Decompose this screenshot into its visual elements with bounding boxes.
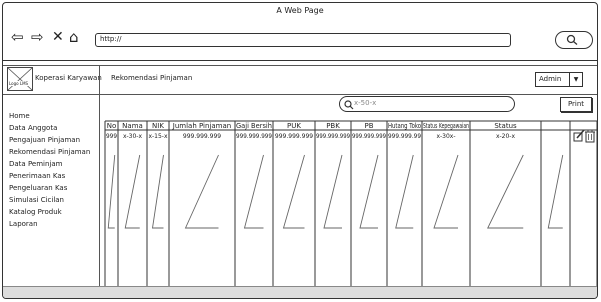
cell-placeholder-scribble <box>433 154 459 229</box>
search-icon <box>566 34 578 45</box>
table-header-cell: NIK <box>152 122 164 130</box>
table-cell: x-30-x <box>123 133 143 140</box>
home-icon[interactable]: ⌂ <box>69 29 79 45</box>
sidebar-item-simulasi-cicilan[interactable]: Simulasi Cicilan <box>9 196 64 205</box>
cell-placeholder-scribble <box>282 154 305 229</box>
sidebar-item-pengajuan-pinjaman[interactable]: Pengajuan Pinjaman <box>9 136 80 145</box>
table-header-cell: Nama <box>122 122 143 130</box>
table-cell: x-15-x <box>148 133 168 140</box>
cell-placeholder-scribble <box>547 154 564 229</box>
search-icon <box>344 100 354 110</box>
sidebar-item-katalog-produk[interactable]: Katalog Produk <box>9 208 62 217</box>
table-header-cell: PBK <box>326 122 340 130</box>
table-header-cell: Status <box>494 122 517 130</box>
cell-placeholder-scribble <box>487 154 524 229</box>
table-header-cell: PUK <box>287 122 301 130</box>
table-header-cell: Jumlah Pinjaman <box>172 122 231 130</box>
app-header: Logo LMS Koperasi Karyawan Rekomendasi P… <box>3 65 597 95</box>
url-input[interactable]: http:// <box>95 33 511 47</box>
cell-placeholder-scribble <box>107 154 116 229</box>
cell-placeholder-scribble <box>243 154 264 229</box>
sidebar-item-data-peminjam[interactable]: Data Peminjam <box>9 160 62 169</box>
logo-placeholder-icon <box>8 68 32 90</box>
user-role-value: Admin <box>539 75 562 83</box>
cell-placeholder-scribble <box>323 154 343 229</box>
table-cell: 999.999.999 <box>275 133 313 140</box>
page-title: Rekomendasi Pinjaman <box>111 74 193 82</box>
table-cell: 999 <box>106 133 117 140</box>
table-cell: 999.999.999 <box>183 133 221 140</box>
table-header-cell: Gaji Bersih <box>236 122 272 130</box>
browser-nav-bar: ⇦ ⇨ ✕ ⌂ http:// <box>3 19 597 55</box>
back-arrow-icon[interactable]: ⇦ <box>11 29 24 45</box>
close-icon[interactable]: ✕ <box>52 29 64 45</box>
sidebar-item-laporan[interactable]: Laporan <box>9 220 38 229</box>
table-cell: x-30x- <box>436 133 455 140</box>
cell-placeholder-scribble <box>151 154 164 229</box>
browser-window: A Web Page ⇦ ⇨ ✕ ⌂ http:// Logo LMS Kope… <box>2 2 598 299</box>
nav-separator <box>3 60 597 61</box>
trash-icon[interactable] <box>585 129 595 143</box>
sidebar-item-penerimaan-kas[interactable]: Penerimaan Kas <box>9 172 65 181</box>
chevron-down-icon[interactable]: ▼ <box>569 73 582 86</box>
browser-search-button[interactable] <box>555 31 593 49</box>
table-cell: 999.999.999 <box>352 133 386 140</box>
table-cell: 999.999.999 <box>316 133 350 140</box>
edit-icon[interactable] <box>573 129 585 142</box>
user-role-select[interactable]: Admin ▼ <box>535 72 583 87</box>
sidebar: Home Data Anggota Pengajuan Pinjaman Rek… <box>3 94 100 291</box>
table-header-cell: No <box>107 122 117 130</box>
table-header-cell: PB <box>364 122 373 130</box>
table-header-cell: Status Kepegawaian <box>423 122 469 130</box>
logo: Logo LMS <box>7 67 33 91</box>
cell-placeholder-scribble <box>184 154 219 229</box>
table-header-cell: Hutang Toko <box>388 122 421 130</box>
header-divider <box>99 66 100 94</box>
sidebar-item-rekomendasi-pinjaman[interactable]: Rekomendasi Pinjaman <box>9 148 90 157</box>
status-bar <box>3 286 597 298</box>
app-title: Koperasi Karyawan <box>35 74 102 82</box>
table-cell: x-20-x <box>496 133 516 140</box>
forward-arrow-icon[interactable]: ⇨ <box>31 29 44 45</box>
sidebar-item-pengeluaran-kas[interactable]: Pengeluaran Kas <box>9 184 67 193</box>
search-value: x-50-x <box>354 99 377 107</box>
cell-placeholder-scribble <box>359 154 379 229</box>
table-cell: 999.999.99 <box>388 133 421 140</box>
table-cell: 999.999.999 <box>236 133 272 140</box>
sidebar-item-data-anggota[interactable]: Data Anggota <box>9 124 57 133</box>
cell-placeholder-scribble <box>395 154 414 229</box>
sidebar-item-home[interactable]: Home <box>9 112 30 121</box>
logo-text: Logo LMS <box>9 81 29 86</box>
cell-placeholder-scribble <box>124 154 141 229</box>
print-button[interactable]: Print <box>560 97 592 112</box>
search-input[interactable]: x-50-x <box>339 96 515 112</box>
